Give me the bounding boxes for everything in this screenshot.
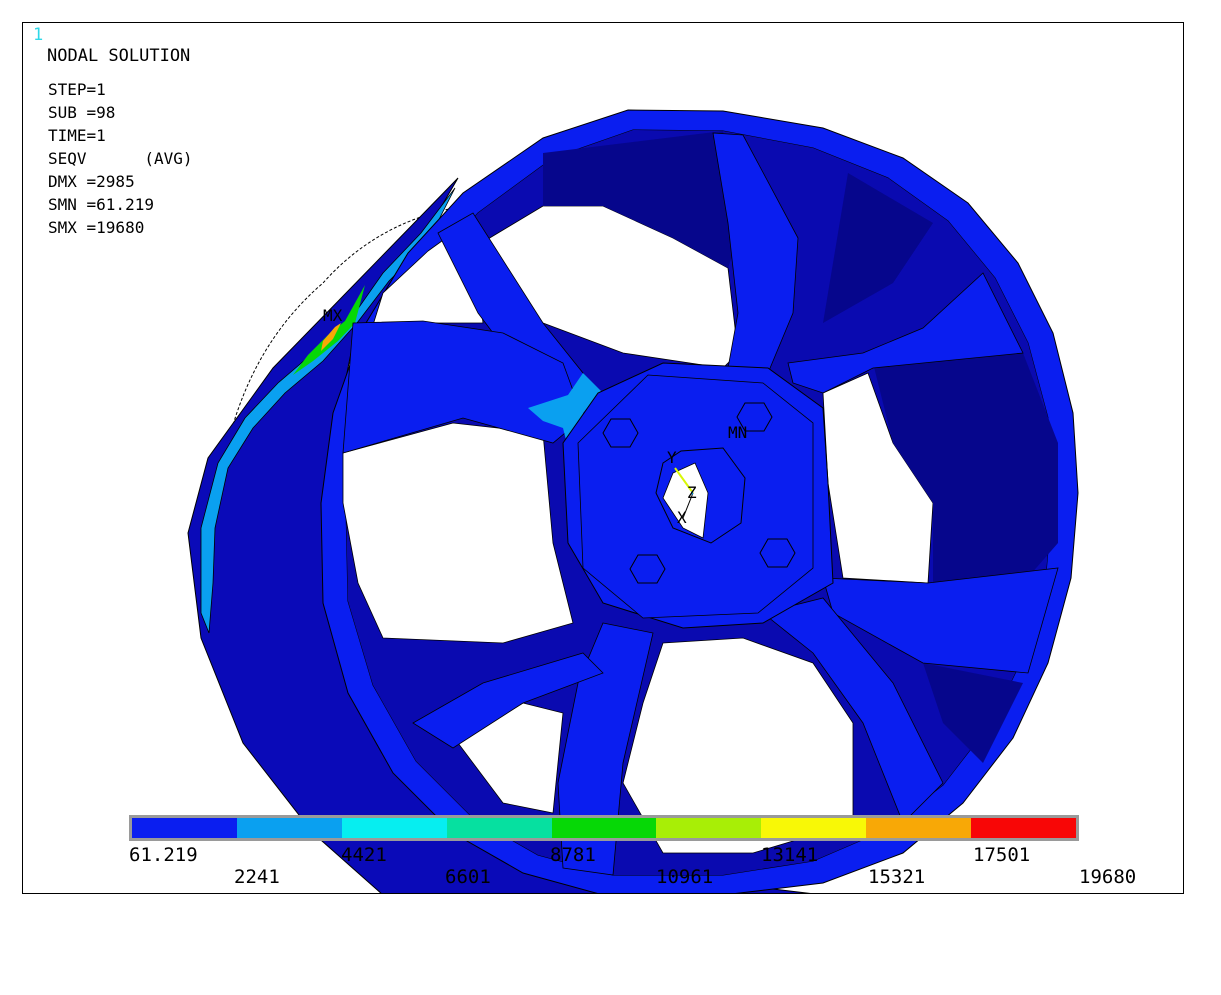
info-time: TIME=1 [48,126,106,145]
lug-hole-3 [629,554,666,584]
lug-hole-1 [602,418,639,448]
legend-label: 4421 [341,844,387,866]
legend-color-0 [132,818,237,838]
mx-marker: MX [323,306,343,325]
legend-color-6 [761,818,867,838]
graphics-window: Y Z X MX MN 1 NODAL SOLUTION STEP=1 SUB … [22,22,1184,894]
legend-color-5 [656,818,762,838]
legend-label: 10961 [656,866,714,888]
info-seqv: SEQV (AVG) [48,149,193,168]
mn-marker: MN [728,423,747,442]
legend-label: 6601 [445,866,491,888]
legend-label: 13141 [761,844,819,866]
legend-color-2 [341,818,447,838]
info-smx: SMX =19680 [48,218,145,237]
legend-label: 19680 [1079,866,1137,888]
legend-color-7 [866,818,972,838]
legend-color-1 [236,818,342,838]
window-left [342,422,574,644]
info-smn: SMN =61.219 [48,195,154,214]
contour-legend-bar [129,815,1079,841]
legend-color-4 [551,818,657,838]
wheel-model-view: Y Z X MX MN [187,109,1079,893]
info-dmx: DMX =2985 [48,172,135,191]
info-sub: SUB =98 [48,103,116,122]
window-number: 1 [33,25,44,45]
legend-color-8 [971,818,1077,838]
legend-label: 8781 [550,844,596,866]
legend-color-3 [446,818,552,838]
legend-label: 17501 [973,844,1031,866]
legend-label: 2241 [234,866,280,888]
legend-label: 15321 [868,866,926,888]
info-step: STEP=1 [48,80,106,99]
legend-label: 61.219 [129,844,198,866]
axis-x-label: X [677,508,687,527]
axis-z-label: Z [687,483,697,502]
lug-hole-4 [759,538,796,568]
plot-title: NODAL SOLUTION [47,46,191,66]
axis-y-label: Y [667,448,677,467]
